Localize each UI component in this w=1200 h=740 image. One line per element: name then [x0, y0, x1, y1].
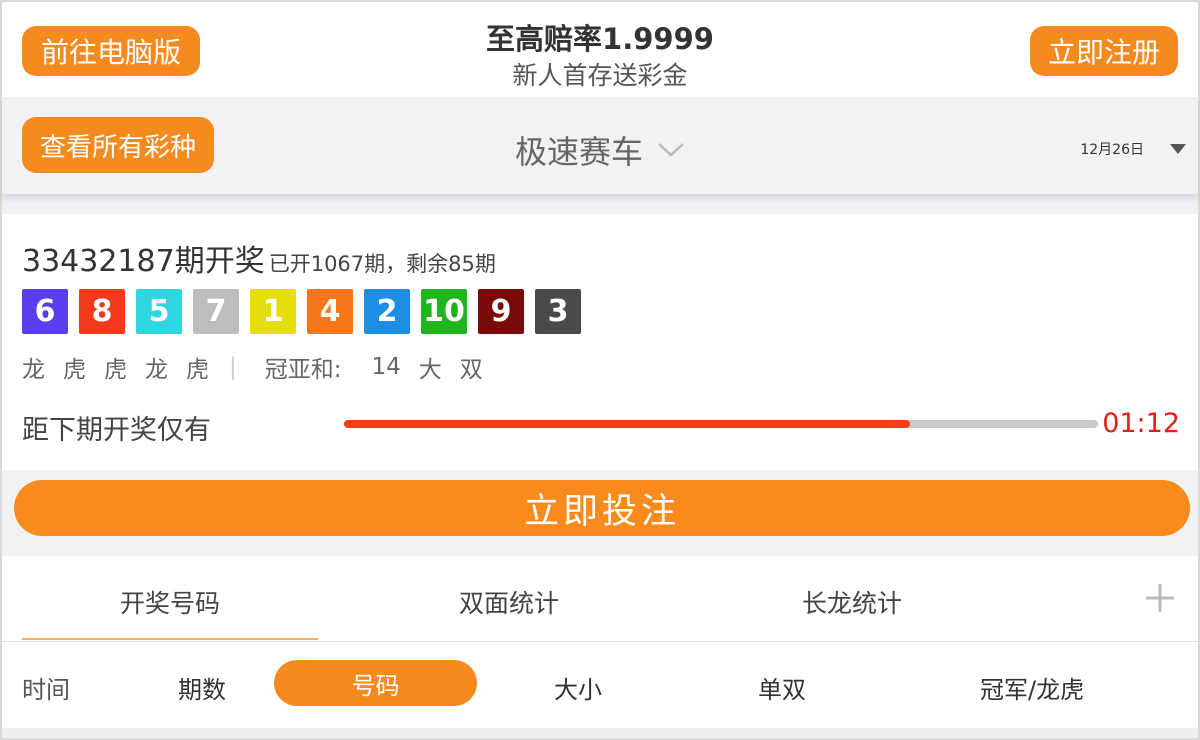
promo-title: 至高赔率1.9999	[486, 22, 714, 56]
countdown-progress	[344, 420, 1098, 428]
bottom-divider	[2, 728, 1198, 738]
result-ball: 2	[364, 289, 410, 334]
dragon-tiger-line: 龙虎虎龙虎 | 冠亚和: 14 大 双	[22, 350, 483, 384]
date-select[interactable]: 12月26日	[1080, 139, 1186, 159]
result-ball: 4	[307, 289, 353, 334]
sum-odd-even: 双	[459, 357, 483, 383]
filter-time[interactable]: 时间	[22, 670, 70, 705]
caret-down-icon	[1170, 144, 1186, 154]
filter-big-small[interactable]: 大小	[554, 670, 602, 705]
countdown-label: 距下期开奖仅有	[22, 415, 211, 446]
issue-stats: 已开1067期，剩余85期	[268, 252, 496, 276]
result-ball: 8	[79, 289, 125, 334]
dragon-tiger-result: 虎	[63, 357, 86, 383]
place-bet-button[interactable]: 立即投注	[14, 480, 1190, 536]
sum-big-small: 大	[418, 357, 442, 383]
date-value: 12月26日	[1080, 142, 1144, 158]
separator: |	[229, 354, 237, 380]
lottery-dropdown[interactable]: 极速赛车	[2, 127, 1198, 173]
result-ball: 7	[193, 289, 239, 334]
filter-issue[interactable]: 期数	[178, 670, 226, 705]
register-button[interactable]: 立即注册	[1030, 26, 1178, 76]
filter-champion-dragon-tiger[interactable]: 冠军/龙虎	[980, 670, 1084, 705]
result-ball: 6	[22, 289, 68, 334]
issue-number: 33432187期开奖	[22, 244, 265, 279]
countdown-time: 01:12	[1102, 408, 1180, 439]
sum-label: 冠亚和:	[264, 357, 342, 383]
result-ball: 9	[478, 289, 524, 334]
dragon-tiger-result: 龙	[22, 357, 45, 383]
tab-draw-numbers[interactable]: 开奖号码	[120, 584, 220, 620]
tab-long-dragon-stats[interactable]: 长龙统计	[802, 584, 902, 620]
filter-number[interactable]: 号码	[274, 660, 477, 706]
dragon-tiger-result: 虎	[186, 357, 209, 383]
result-ball: 1	[250, 289, 296, 334]
issue-line: 33432187期开奖 已开1067期，剩余85期	[22, 236, 496, 280]
top-header: 前往电脑版 至高赔率1.9999 新人首存送彩金 立即注册	[2, 2, 1198, 98]
sum-value: 14	[371, 354, 401, 380]
lottery-name: 极速赛车	[514, 133, 643, 171]
promo-subtitle: 新人首存送彩金	[512, 61, 688, 90]
active-tab-indicator	[22, 638, 318, 640]
result-ball: 10	[421, 289, 467, 334]
dragon-tiger-result: 龙	[145, 357, 168, 383]
tab-two-sided-stats[interactable]: 双面统计	[459, 584, 559, 620]
result-balls: 6 8 5 7 1 4 2 10 9 3	[22, 289, 581, 334]
countdown-progress-fill	[344, 420, 910, 428]
filter-row: 时间 期数 号码 大小 单双 冠军/龙虎	[2, 642, 1198, 728]
result-card: 33432187期开奖 已开1067期，剩余85期 6 8 5 7 1 4 2 10 9 3 龙虎…	[2, 214, 1198, 470]
stats-tabs: 开奖号码 双面统计 长龙统计	[2, 556, 1198, 642]
result-ball: 3	[535, 289, 581, 334]
chevron-down-icon	[658, 143, 684, 157]
filter-odd-even[interactable]: 单双	[758, 670, 806, 705]
result-ball: 5	[136, 289, 182, 334]
dragon-tiger-result: 虎	[104, 357, 127, 383]
lottery-selector-bar: 查看所有彩种 极速赛车 12月26日	[2, 98, 1198, 194]
plus-icon[interactable]	[1144, 582, 1176, 614]
